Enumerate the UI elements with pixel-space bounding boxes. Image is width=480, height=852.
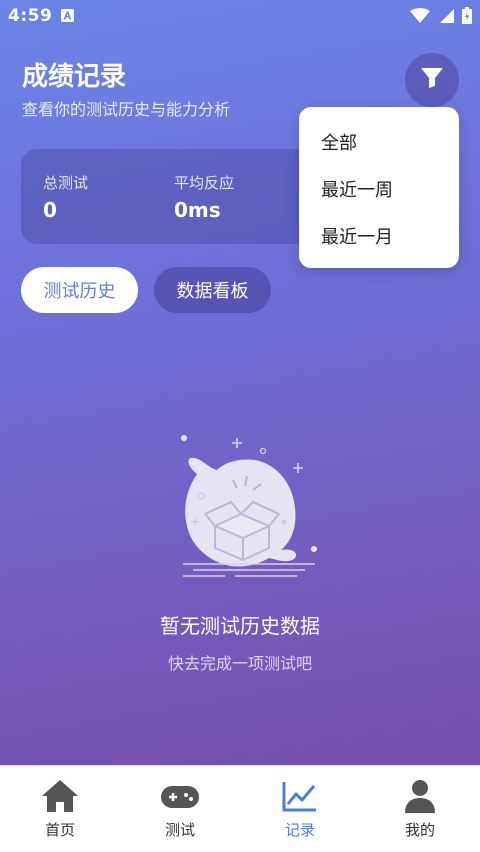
nav-home-label: 首页 xyxy=(44,821,75,839)
a-notification-icon xyxy=(61,9,74,22)
page-subtitle: 查看你的测试历史与能力分析 xyxy=(22,100,231,119)
status-time: 4:59 xyxy=(8,6,53,26)
empty-state-title: 暂无测试历史数据 xyxy=(160,614,320,638)
filter-dropdown: 全部 最近一周 最近一月 xyxy=(299,107,459,268)
home-icon xyxy=(40,778,80,814)
tab-dashboard[interactable]: 数据看板 xyxy=(154,267,271,313)
total-tests-label: 总测试 xyxy=(43,174,89,192)
screen: 4:59 成绩记录 查看你的测试历史与能力分析 总测试 0 平均反应 0ms 测… xyxy=(0,0,480,852)
filter-option-week[interactable]: 最近一周 xyxy=(321,176,393,202)
page-title: 成绩记录 xyxy=(22,62,127,92)
total-tests-value: 0 xyxy=(43,198,57,222)
filter-button[interactable] xyxy=(405,53,459,107)
filter-icon xyxy=(420,67,444,93)
empty-box-icon xyxy=(165,430,325,585)
nav-profile[interactable]: 我的 xyxy=(360,766,480,852)
nav-home[interactable]: 首页 xyxy=(0,766,120,852)
battery-icon xyxy=(462,7,472,28)
gamepad-icon xyxy=(160,778,200,814)
filter-option-all[interactable]: 全部 xyxy=(321,129,357,155)
nav-test[interactable]: 测试 xyxy=(120,766,240,852)
bottom-nav: 首页 测试 记录 我的 xyxy=(0,765,480,852)
status-icons xyxy=(410,7,472,28)
filter-option-month[interactable]: 最近一月 xyxy=(321,223,393,249)
empty-state-subtitle: 快去完成一项测试吧 xyxy=(167,654,312,673)
nav-records[interactable]: 记录 xyxy=(240,766,360,852)
status-bar: 4:59 xyxy=(0,0,480,34)
nav-profile-label: 我的 xyxy=(404,821,435,839)
nav-records-label: 记录 xyxy=(284,821,315,839)
avg-reaction-value: 0ms xyxy=(174,198,221,222)
nav-test-label: 测试 xyxy=(164,821,195,839)
user-icon xyxy=(400,778,440,814)
wifi-icon xyxy=(410,7,430,28)
tab-history[interactable]: 测试历史 xyxy=(21,267,138,313)
avg-reaction-label: 平均反应 xyxy=(174,174,235,192)
chart-icon xyxy=(280,778,320,814)
signal-icon xyxy=(438,8,454,28)
